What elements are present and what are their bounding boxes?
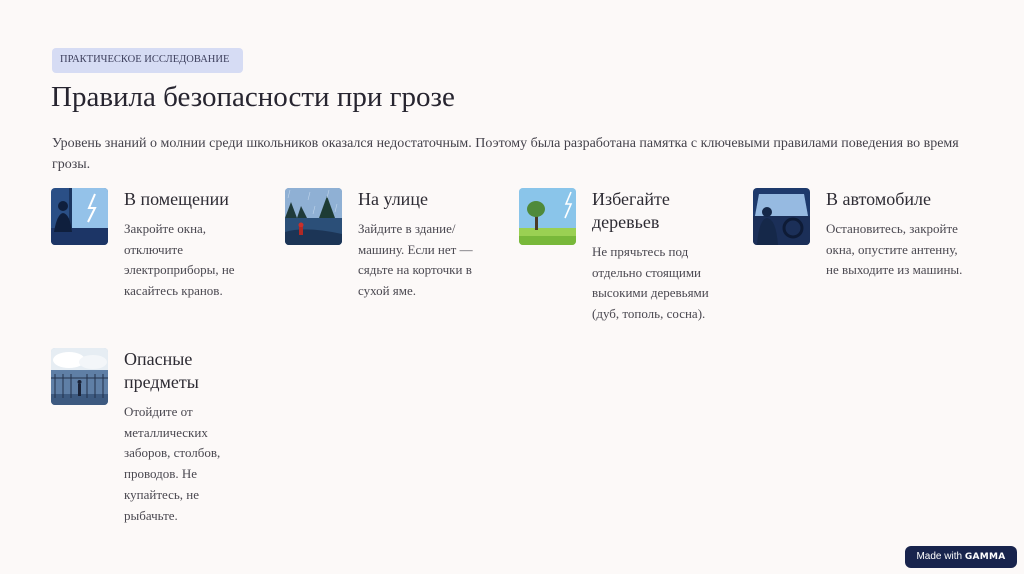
person-outdoors-rain-icon — [285, 188, 342, 245]
card-text: Не прячьтесь под отдельно стоящими высок… — [592, 244, 709, 322]
card-title: Опасные предметы — [124, 349, 199, 392]
card-title: В помещении — [124, 189, 229, 209]
card-outdoors: На улице Зайдите в здание/машину. Если н… — [285, 188, 500, 308]
metal-fence-rain-icon — [51, 348, 108, 405]
section-badge: ПРАКТИЧЕСКОЕ ИССЛЕДОВАНИЕ — [52, 48, 243, 73]
page-title: Правила безопасности при грозе — [51, 81, 455, 113]
card-text: Закройте окна, отключите электроприборы,… — [124, 221, 235, 299]
card-text: Остановитесь, закройте окна, опустите ан… — [826, 221, 963, 278]
card-title: В автомобиле — [826, 189, 931, 209]
card-car: В автомобиле Остановитесь, закройте окна… — [753, 188, 968, 308]
card-trees: Избегайте деревьев Не прячьтесь под отде… — [519, 188, 729, 328]
gamma-logo: GAMMA — [964, 552, 1006, 562]
lone-tree-lightning-icon — [519, 188, 576, 245]
card-title: На улице — [358, 189, 428, 209]
card-title: Избегайте деревьев — [592, 189, 670, 232]
card-text: Отойдите от металлических заборов, столб… — [124, 404, 221, 523]
card-text: Зайдите в здание/машину. Если нет — сядь… — [358, 221, 473, 299]
intro-paragraph: Уровень знаний о молнии среди школьников… — [52, 136, 959, 172]
card-indoors: В помещении Закройте окна, отключите эле… — [51, 188, 256, 308]
driver-in-car-icon — [753, 188, 810, 245]
made-with-label: Made with — [916, 551, 963, 562]
person-at-window-lightning-icon — [51, 188, 108, 245]
card-dangerous-objects: Опасные предметы Отойдите от металлическ… — [51, 348, 251, 528]
made-with-gamma-button[interactable]: Made with GAMMA — [905, 546, 1017, 568]
